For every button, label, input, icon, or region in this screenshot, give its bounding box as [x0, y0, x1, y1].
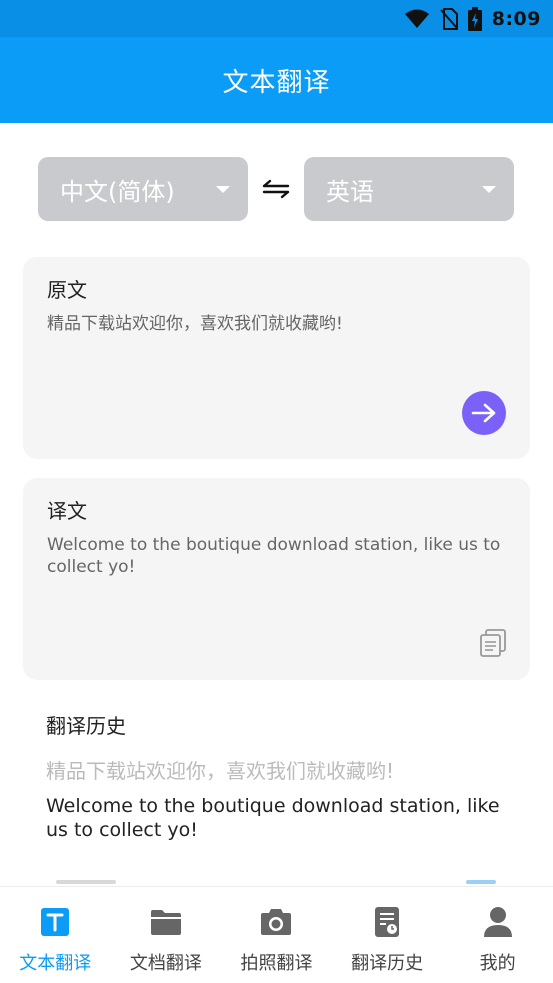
history-title: 翻译历史 — [46, 714, 126, 738]
swap-languages-button[interactable] — [260, 173, 292, 205]
history-item[interactable]: 精品下载站欢迎你，喜欢我们就收藏哟! Welcome to the boutiq… — [46, 755, 516, 842]
peek-link-fragment — [466, 880, 496, 884]
copy-icon — [480, 629, 506, 657]
page-title: 文本翻译 — [222, 67, 331, 98]
status-clock: 8:09 — [491, 7, 541, 30]
arrow-right-icon — [471, 403, 496, 423]
target-language-select[interactable]: 英语 — [304, 157, 514, 221]
source-language-select[interactable]: 中文(简体) — [38, 157, 248, 221]
tab-profile[interactable]: 我的 — [442, 887, 553, 983]
target-card-label: 译文 — [47, 499, 87, 523]
translated-text-card: 译文 Welcome to the boutique download stat… — [23, 478, 530, 680]
wifi-icon — [404, 9, 429, 28]
chevron-down-icon — [482, 186, 496, 193]
history-item-target: Welcome to the boutique download station… — [46, 795, 500, 841]
tab-label: 我的 — [479, 953, 516, 974]
translate-button[interactable] — [462, 391, 506, 435]
no-sim-icon — [439, 7, 458, 30]
tab-label: 文档翻译 — [129, 953, 202, 974]
translation-history-section: 翻译历史 精品下载站欢迎你，喜欢我们就收藏哟! Welcome to the b… — [46, 710, 516, 842]
copy-button[interactable] — [478, 628, 508, 658]
tab-label: 拍照翻译 — [240, 953, 313, 974]
folder-icon — [149, 905, 183, 939]
source-text-card[interactable]: 原文 精品下载站欢迎你，喜欢我们就收藏哟! — [23, 257, 530, 459]
app-bar: 文本翻译 — [0, 37, 553, 123]
language-selector-row: 中文(简体) 英语 — [38, 157, 514, 221]
status-bar: 8:09 — [0, 0, 553, 37]
user-icon — [481, 905, 515, 939]
swap-icon — [262, 179, 290, 199]
camera-icon — [259, 905, 293, 939]
tab-photo-translate[interactable]: 拍照翻译 — [221, 887, 332, 983]
history-icon — [370, 905, 404, 939]
source-card-label: 原文 — [47, 278, 87, 302]
peek-text-fragment — [56, 880, 116, 884]
battery-charging-icon — [467, 6, 482, 31]
source-language-label: 中文(简体) — [60, 177, 175, 206]
chevron-down-icon — [216, 186, 230, 193]
translated-text: Welcome to the boutique download station… — [47, 535, 501, 577]
source-text-input[interactable]: 精品下载站欢迎你，喜欢我们就收藏哟! — [47, 313, 507, 335]
history-item-source: 精品下载站欢迎你，喜欢我们就收藏哟! — [46, 759, 395, 783]
tab-translation-history[interactable]: 翻译历史 — [332, 887, 443, 983]
target-language-label: 英语 — [326, 177, 374, 206]
tab-document-translate[interactable]: 文档翻译 — [111, 887, 222, 983]
text-translate-icon — [38, 905, 72, 939]
tab-label: 翻译历史 — [351, 953, 424, 974]
tab-text-translate[interactable]: 文本翻译 — [0, 887, 111, 983]
tab-label: 文本翻译 — [19, 953, 92, 974]
bottom-tab-bar: 文本翻译 文档翻译 拍照翻译 翻译历史 我的 — [0, 886, 553, 983]
